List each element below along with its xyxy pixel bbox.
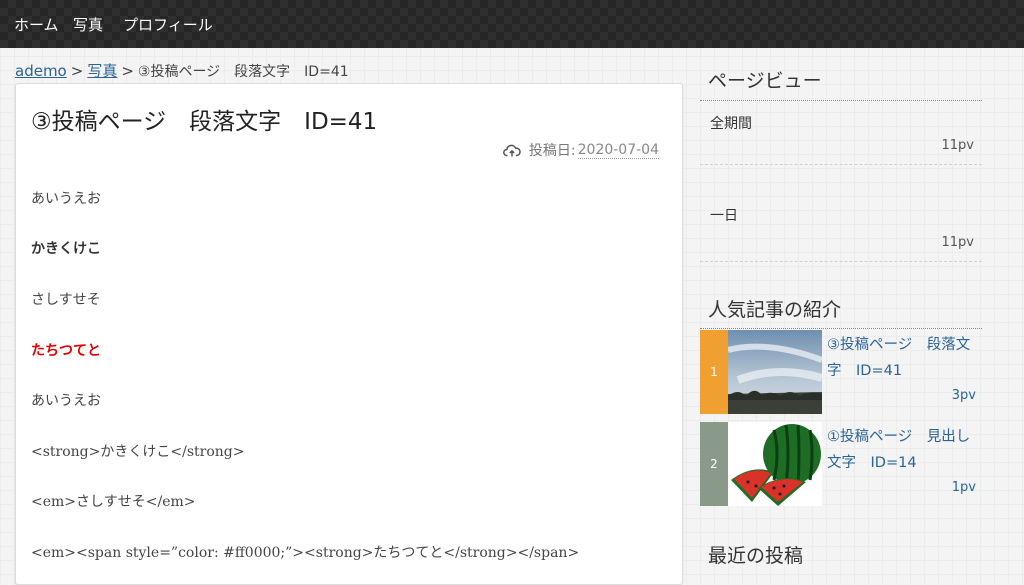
pageviews-total-value: 11pv xyxy=(941,138,975,153)
recent-posts-heading: 最近の投稿 xyxy=(708,545,804,567)
post-date-label: 投稿日: xyxy=(528,143,576,159)
pageviews-heading: ページビュー xyxy=(708,70,822,92)
popular-post-item[interactable]: 1 ③投稿ページ 段落文字 ID=41 3pv xyxy=(700,330,982,414)
article-card: ③投稿ページ 段落文字 ID=41 投稿日: 2020-07-04 あいうえお … xyxy=(15,83,683,585)
nav-item-photos[interactable]: 写真 xyxy=(73,14,103,35)
paragraph-markup: <strong>かきくけこ</strong> xyxy=(31,444,245,460)
popular-post-title-link[interactable]: ③投稿ページ 段落文字 ID=41 xyxy=(827,332,982,384)
divider xyxy=(700,164,982,165)
breadcrumb-home-link[interactable]: ademo xyxy=(15,62,67,80)
breadcrumb-separator: > xyxy=(70,62,84,80)
page-title: ③投稿ページ 段落文字 ID=41 xyxy=(31,109,378,135)
pageviews-total-label: 全期間 xyxy=(710,116,752,132)
post-date-value: 2020-07-04 xyxy=(577,141,659,159)
popular-post-title-link[interactable]: ①投稿ページ 見出し文字 ID=14 xyxy=(827,424,982,476)
paragraph-red-bold: たちつてと xyxy=(31,343,101,359)
popular-posts-heading: 人気記事の紹介 xyxy=(708,299,842,321)
pageviews-day-value: 11pv xyxy=(941,235,975,250)
paragraph: あいうえお xyxy=(31,393,101,409)
paragraph-bold: かきくけこ xyxy=(31,241,101,257)
nav-item-profile[interactable]: プロフィール xyxy=(123,14,213,35)
divider xyxy=(700,261,982,262)
divider xyxy=(700,328,982,329)
breadcrumb: ademo > 写真 > ③投稿ページ 段落文字 ID=41 xyxy=(15,60,349,81)
breadcrumb-current: ③投稿ページ 段落文字 ID=41 xyxy=(137,64,349,80)
nav-item-home[interactable]: ホーム xyxy=(14,14,59,35)
paragraph: あいうえお xyxy=(31,191,101,207)
post-thumbnail-sky[interactable] xyxy=(728,330,822,414)
pageviews-day-label: 一日 xyxy=(710,208,738,224)
post-thumbnail-watermelon[interactable] xyxy=(728,422,822,506)
popular-post-pv: 1pv xyxy=(951,480,976,495)
top-navigation: ホーム 写真 プロフィール xyxy=(0,0,1024,48)
rank-badge: 1 xyxy=(700,330,728,414)
paragraph-markup: <em>さしすせそ</em> xyxy=(31,494,196,510)
popular-post-pv: 3pv xyxy=(951,388,976,403)
paragraph: さしすせそ xyxy=(31,292,101,308)
paragraph-markup: <em><span style=”color: #ff0000;”><stron… xyxy=(31,545,580,561)
breadcrumb-separator: > xyxy=(121,62,134,80)
divider xyxy=(700,100,982,101)
cloud-upload-icon xyxy=(503,144,521,157)
popular-post-item[interactable]: 2 ①投稿ページ 見出し文字 ID=14 1pv xyxy=(700,422,982,506)
post-date: 投稿日: 2020-07-04 xyxy=(503,140,659,160)
breadcrumb-category-link[interactable]: 写真 xyxy=(87,62,117,80)
rank-badge: 2 xyxy=(700,422,728,506)
